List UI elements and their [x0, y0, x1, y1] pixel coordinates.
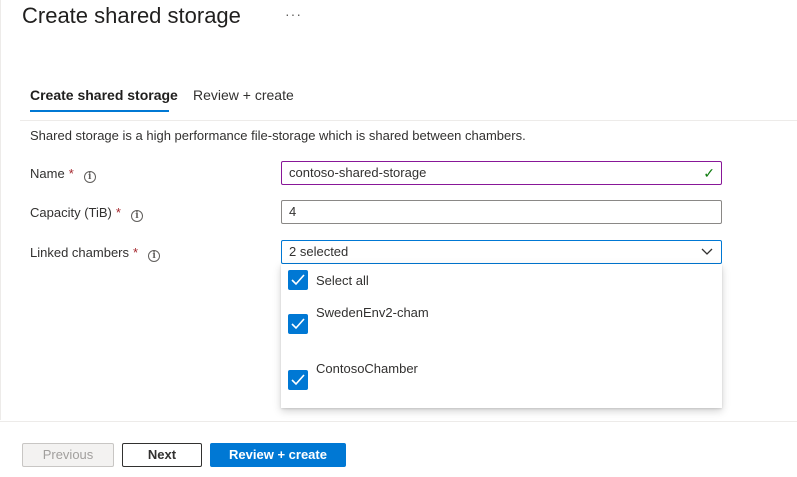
info-icon[interactable]: i — [130, 210, 143, 222]
next-button[interactable]: Next — [122, 443, 202, 467]
name-label-row: Name * i — [30, 166, 96, 183]
option-swedenenv2-cham[interactable]: SwedenEnv2-cham — [288, 305, 708, 334]
footer-divider — [0, 421, 797, 422]
tab-review-create[interactable]: Review + create — [193, 86, 294, 104]
capacity-input-value: 4 — [289, 204, 297, 219]
linked-chambers-label: Linked chambers — [30, 245, 129, 260]
option-contosochamber[interactable]: ContosoChamber — [288, 361, 708, 390]
checkmark-icon: ✓ — [703, 165, 715, 181]
linked-chambers-dropdown[interactable]: 2 selected — [281, 240, 722, 264]
required-marker: * — [133, 245, 139, 260]
name-input-value: contoso-shared-storage — [289, 165, 427, 180]
page-title: Create shared storage — [22, 3, 241, 28]
capacity-label: Capacity (TiB) — [30, 205, 112, 220]
chevron-down-icon — [701, 248, 713, 255]
option-label: Select all — [316, 273, 369, 288]
option-label: SwedenEnv2-cham — [316, 305, 429, 320]
required-marker: * — [68, 166, 74, 181]
review-create-button[interactable]: Review + create — [210, 443, 346, 467]
checkbox-checked-icon[interactable] — [288, 370, 308, 390]
previous-button[interactable]: Previous — [22, 443, 114, 467]
dropdown-selected-text: 2 selected — [289, 244, 349, 259]
checkbox-checked-icon[interactable] — [288, 270, 308, 290]
tab-divider — [20, 120, 797, 121]
capacity-input[interactable]: 4 — [281, 200, 722, 224]
form-description: Shared storage is a high performance fil… — [30, 128, 526, 143]
option-select-all[interactable]: Select all — [288, 269, 708, 293]
info-icon[interactable]: i — [148, 250, 161, 262]
name-input[interactable]: contoso-shared-storage ✓ — [281, 161, 722, 185]
checkbox-checked-icon[interactable] — [288, 314, 308, 334]
option-label: ContosoChamber — [316, 361, 418, 376]
linked-chambers-label-row: Linked chambers * i — [30, 245, 161, 262]
left-border — [0, 0, 1, 420]
tab-create-shared-storage[interactable]: Create shared storage — [30, 86, 178, 104]
required-marker: * — [115, 205, 121, 220]
dropdown-options-panel: Select all SwedenEnv2-cham ContosoChambe… — [281, 264, 722, 408]
active-tab-indicator — [30, 110, 169, 112]
more-icon[interactable]: ··· — [285, 7, 302, 21]
info-icon[interactable]: i — [83, 171, 96, 183]
name-label: Name — [30, 166, 65, 181]
capacity-label-row: Capacity (TiB) * i — [30, 205, 143, 222]
